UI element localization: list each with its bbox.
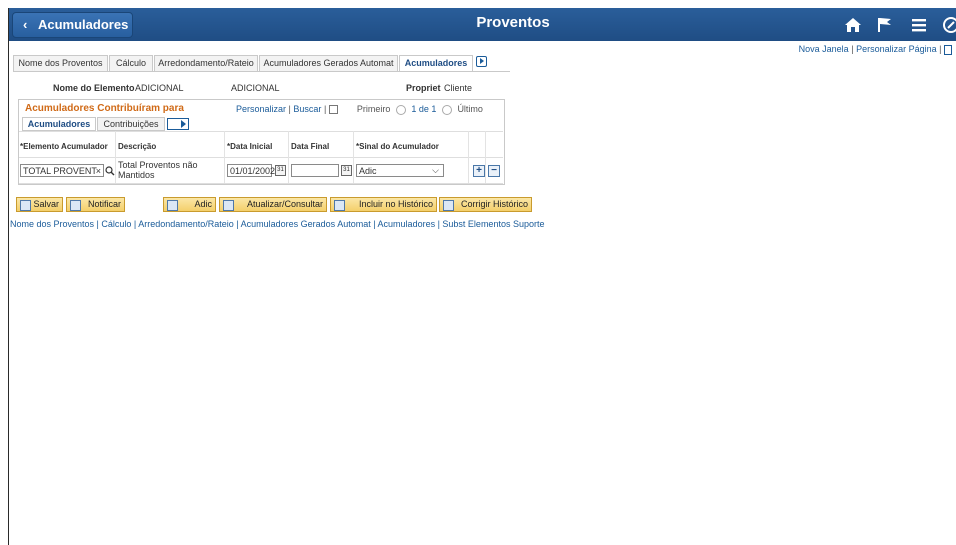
tab-acumuladores-gerados[interactable]: Acumuladores Gerados Automat bbox=[259, 55, 398, 71]
tab-calculo[interactable]: Cálculo bbox=[109, 55, 153, 71]
owner-value: Cliente bbox=[444, 83, 473, 93]
header-bar: ‹ Acumuladores Proventos bbox=[8, 8, 956, 41]
add-row-button[interactable]: + bbox=[473, 165, 485, 177]
notify-button-label: Notificar bbox=[87, 199, 121, 209]
subtab-acumuladores[interactable]: Acumuladores bbox=[22, 117, 96, 131]
grid-range: 1 de 1 bbox=[411, 104, 437, 114]
end-date-input[interactable] bbox=[291, 164, 339, 177]
tabs-divider bbox=[13, 71, 510, 72]
col-divider bbox=[353, 131, 354, 183]
include-history-button[interactable]: Incluir no Histórico bbox=[330, 197, 437, 212]
col-divider bbox=[224, 131, 225, 183]
sign-select-value: Adic bbox=[359, 166, 377, 176]
back-button[interactable]: ‹ Acumuladores bbox=[12, 12, 133, 38]
find-link[interactable]: Buscar bbox=[293, 104, 321, 114]
page-title: Proventos bbox=[476, 14, 550, 31]
include-history-label: Incluir no Histórico bbox=[358, 199, 433, 209]
flag-icon[interactable] bbox=[876, 16, 894, 34]
start-date-input[interactable]: 01/01/2002 bbox=[227, 164, 275, 177]
grid-title: Acumuladores Contribuíram para bbox=[25, 103, 184, 114]
grid-row-bottom bbox=[19, 183, 503, 184]
row-description: Total Proventos não Mantidos bbox=[118, 160, 198, 180]
personalize-grid-link[interactable]: Personalizar bbox=[236, 104, 286, 114]
new-window-link[interactable]: Nova Janela bbox=[799, 44, 849, 54]
link-separator: | bbox=[939, 44, 942, 54]
window-edge bbox=[8, 8, 9, 545]
correct-history-label: Corrigir Histórico bbox=[460, 199, 528, 209]
tab-arredondamento[interactable]: Arredondamento/Rateio bbox=[154, 55, 258, 71]
col-data-final: Data Final bbox=[291, 142, 330, 151]
accumulator-value: TOTAL PROVENT bbox=[23, 166, 97, 176]
col-sinal-acumulador: *Sinal do Acumulador bbox=[356, 142, 439, 151]
personalize-page-link[interactable]: Personalizar Página bbox=[856, 44, 937, 54]
last-link[interactable]: Último bbox=[457, 104, 483, 114]
back-button-label: Acumuladores bbox=[38, 17, 129, 32]
help-icon[interactable] bbox=[944, 44, 952, 55]
menu-icon[interactable] bbox=[910, 16, 928, 34]
element-description: ADICIONAL bbox=[231, 83, 280, 93]
sign-select[interactable]: Adic ⌵ bbox=[356, 164, 444, 177]
next-icon[interactable] bbox=[441, 104, 452, 115]
download-icon[interactable] bbox=[328, 105, 338, 115]
calendar-icon[interactable]: 31 bbox=[275, 165, 286, 176]
col-divider bbox=[115, 131, 116, 183]
tab-acumuladores[interactable]: Acumuladores bbox=[399, 55, 473, 72]
delete-row-button[interactable]: − bbox=[488, 165, 500, 177]
home-icon[interactable] bbox=[844, 16, 862, 34]
notify-button[interactable]: Notificar bbox=[66, 197, 125, 212]
chevron-left-icon: ‹ bbox=[23, 17, 28, 32]
add-button-label: Adic bbox=[194, 199, 212, 209]
element-name-value: ADICIONAL bbox=[135, 83, 184, 93]
page-links: Nova Janela | Personalizar Página | bbox=[799, 44, 952, 55]
show-all-columns-icon[interactable] bbox=[167, 118, 189, 130]
owner-label: Propriet bbox=[406, 83, 441, 93]
navbar-icon[interactable] bbox=[942, 16, 956, 34]
grid-navigation: Personalizar | Buscar | Primeiro 1 de 1 … bbox=[236, 104, 483, 115]
prev-icon[interactable] bbox=[395, 104, 406, 115]
grid-header-bottom bbox=[19, 157, 503, 158]
col-elemento-acumulador: *Elemento Acumulador bbox=[20, 142, 108, 151]
col-divider bbox=[468, 131, 469, 183]
calendar-icon[interactable]: 31 bbox=[341, 165, 352, 176]
link-separator: | bbox=[851, 44, 854, 54]
first-link[interactable]: Primeiro bbox=[357, 104, 391, 114]
chevron-down-icon: ⌵ bbox=[432, 165, 439, 175]
save-button[interactable]: Salvar bbox=[16, 197, 63, 212]
subtab-contribuicoes[interactable]: Contribuições bbox=[97, 117, 165, 131]
next-tab-icon[interactable] bbox=[476, 56, 487, 67]
add-button[interactable]: Adic bbox=[163, 197, 216, 212]
tab-nome-dos-proventos[interactable]: Nome dos Proventos bbox=[13, 55, 108, 71]
accumulator-input[interactable]: TOTAL PROVENT × bbox=[20, 164, 104, 177]
search-icon[interactable] bbox=[105, 166, 115, 176]
update-display-button[interactable]: Atualizar/Consultar bbox=[219, 197, 327, 212]
update-button-label: Atualizar/Consultar bbox=[246, 199, 323, 209]
bottom-page-links[interactable]: Nome dos Proventos | Cálculo | Arredonda… bbox=[10, 219, 544, 229]
correct-history-button[interactable]: Corrigir Histórico bbox=[439, 197, 532, 212]
grid-header-top bbox=[19, 131, 503, 132]
col-descricao: Descrição bbox=[118, 142, 157, 151]
clear-icon[interactable]: × bbox=[96, 165, 101, 178]
save-button-label: Salvar bbox=[33, 199, 59, 209]
col-data-inicial: *Data Inicial bbox=[227, 142, 273, 151]
col-divider bbox=[485, 131, 486, 183]
element-name-label: Nome do Elemento bbox=[53, 83, 135, 93]
col-divider bbox=[288, 131, 289, 183]
